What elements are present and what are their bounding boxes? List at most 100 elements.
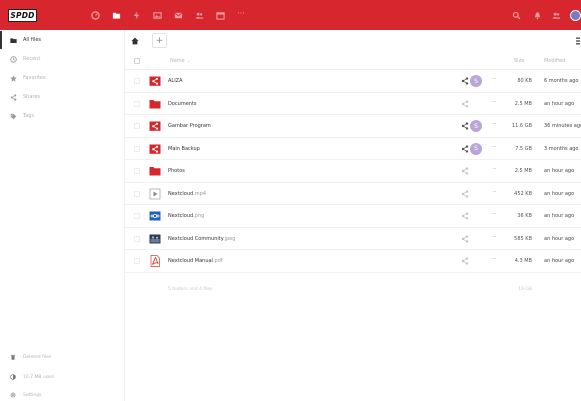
table-row[interactable]: Nextcloud Community.jpeg ··· 585 KB an hour… xyxy=(125,228,581,250)
file-name[interactable]: Photos xyxy=(168,168,185,174)
notifications-icon[interactable] xyxy=(532,10,542,20)
pdf-icon xyxy=(149,255,161,267)
more-actions-icon[interactable]: ··· xyxy=(492,99,497,106)
folder-icon xyxy=(9,36,17,44)
trash-icon xyxy=(9,353,17,361)
table-row[interactable]: Photos ··· 2.5 MB an hour ago xyxy=(125,160,581,183)
star-icon xyxy=(9,74,17,82)
more-actions-icon[interactable]: ··· xyxy=(492,256,497,263)
file-name[interactable]: Nextcloud Manual.pdf xyxy=(168,258,223,264)
more-actions-icon[interactable]: ··· xyxy=(492,76,497,83)
table-row[interactable]: Documents ··· 2.5 MB an hour ago xyxy=(125,93,581,115)
quota-pie-icon xyxy=(9,373,17,381)
column-name-header[interactable]: Name ⌄ xyxy=(170,58,191,64)
row-checkbox[interactable] xyxy=(134,78,140,84)
shared-folder-icon xyxy=(149,75,161,87)
table-row[interactable]: Main Backup S ··· 7.5 GB 3 months ago xyxy=(125,138,581,160)
mail-icon[interactable] xyxy=(173,10,183,20)
sidebar-item-recent[interactable]: Recent xyxy=(0,50,124,68)
sidebar-item-all-files[interactable]: All files xyxy=(0,31,124,49)
share-icon xyxy=(9,93,17,101)
table-row[interactable]: Nextcloud.mp4 ··· 452 KB an hour ago xyxy=(125,183,581,205)
dashboard-icon[interactable] xyxy=(90,10,100,20)
deleted-files-label: Deleted files xyxy=(23,354,52,360)
more-actions-icon[interactable]: ··· xyxy=(492,166,497,173)
row-checkbox[interactable] xyxy=(134,123,140,129)
row-checkbox[interactable] xyxy=(134,235,140,242)
sidebar-item-favorites[interactable]: Favorites xyxy=(0,69,124,87)
row-checkbox[interactable] xyxy=(134,168,140,174)
row-checkbox[interactable] xyxy=(134,258,140,264)
select-all-checkbox[interactable] xyxy=(134,58,140,64)
calendar-icon[interactable] xyxy=(215,10,225,20)
summary-text: 5 folders and 4 files xyxy=(168,287,213,292)
column-size-header[interactable]: Size xyxy=(514,58,524,64)
file-size: 585 KB xyxy=(514,235,532,242)
new-button[interactable]: + xyxy=(152,33,167,48)
row-checkbox[interactable] xyxy=(134,100,140,107)
more-actions-icon[interactable]: ··· xyxy=(492,189,497,196)
logo[interactable]: SPDD xyxy=(8,9,37,22)
tag-icon xyxy=(9,112,17,120)
file-size: 4.3 MB xyxy=(514,258,532,264)
share-icon[interactable] xyxy=(461,189,469,198)
share-icon[interactable] xyxy=(461,77,469,85)
user-avatar[interactable] xyxy=(570,10,581,21)
share-icon[interactable] xyxy=(461,99,469,108)
image-photo-icon xyxy=(149,233,161,245)
more-actions-icon[interactable]: ··· xyxy=(492,121,497,128)
more-actions-icon[interactable]: ··· xyxy=(492,144,497,151)
file-name[interactable]: Main Backup xyxy=(168,146,200,152)
file-name[interactable]: Documents xyxy=(168,101,197,107)
files-icon[interactable] xyxy=(111,10,121,20)
gear-icon xyxy=(9,391,17,399)
more-actions-icon[interactable]: ··· xyxy=(492,234,497,241)
row-checkbox[interactable] xyxy=(134,190,140,197)
file-name[interactable]: ALIZA xyxy=(168,78,183,84)
column-modified-header[interactable]: Modified xyxy=(544,58,565,64)
row-checkbox[interactable] xyxy=(134,213,140,219)
file-size: 11.6 GB xyxy=(511,123,532,129)
contacts-icon[interactable] xyxy=(194,10,204,20)
share-icon[interactable] xyxy=(461,234,469,243)
table-row[interactable]: Nextcloud.png ··· 36 KB an hour ago xyxy=(125,205,581,228)
sidebar-item-tags[interactable]: Tags xyxy=(0,107,124,125)
table-row[interactable]: ALIZA S ··· 80 KB 6 months ago xyxy=(125,70,581,93)
quota-label: 10.7 MB used xyxy=(23,374,54,380)
file-name[interactable]: Nextcloud Community.jpeg xyxy=(168,236,235,242)
table-row[interactable]: Nextcloud Manual.pdf ··· 4.3 MB an hour ago xyxy=(125,250,581,273)
breadcrumb: + xyxy=(125,30,581,52)
sidebar-item-label: Recent xyxy=(23,56,41,62)
more-actions-icon[interactable]: ··· xyxy=(492,211,497,218)
sidebar: All files Recent Favorites Shares Tags D… xyxy=(0,30,125,401)
file-modified: an hour ago xyxy=(544,100,575,107)
file-name[interactable]: Gambar Program xyxy=(168,123,211,129)
share-icon[interactable] xyxy=(461,257,469,265)
share-icon[interactable] xyxy=(461,144,469,153)
share-icon[interactable] xyxy=(461,212,469,220)
table-row[interactable]: Gambar Program S ··· 11.6 GB 36 minutes ago xyxy=(125,115,581,138)
contacts-menu-icon[interactable] xyxy=(551,10,561,20)
sidebar-settings[interactable]: Settings xyxy=(0,388,124,401)
file-size: 2.5 MB xyxy=(514,168,532,174)
sidebar-item-shares[interactable]: Shares xyxy=(0,88,124,106)
view-toggle-icon[interactable] xyxy=(575,37,581,45)
sidebar-deleted-files[interactable]: Deleted files xyxy=(0,350,124,364)
more-apps-icon[interactable]: ··· xyxy=(236,10,246,20)
gallery-icon[interactable] xyxy=(152,10,162,20)
file-name[interactable]: Nextcloud.png xyxy=(168,213,204,219)
file-name[interactable]: Nextcloud.mp4 xyxy=(168,191,206,197)
share-icon[interactable] xyxy=(461,167,469,175)
file-size: 7.5 GB xyxy=(515,145,532,152)
file-modified: an hour ago xyxy=(544,213,575,219)
search-icon[interactable] xyxy=(511,10,521,20)
folder-icon xyxy=(149,165,161,177)
activity-icon[interactable] xyxy=(131,10,141,20)
file-modified: 36 minutes ago xyxy=(544,123,581,129)
shared-folder-icon xyxy=(149,120,161,132)
row-checkbox[interactable] xyxy=(134,145,140,152)
share-icon[interactable] xyxy=(461,122,469,130)
sidebar-quota: 10.7 MB used xyxy=(0,370,124,384)
settings-label: Settings xyxy=(23,392,42,398)
home-icon[interactable] xyxy=(131,37,139,45)
